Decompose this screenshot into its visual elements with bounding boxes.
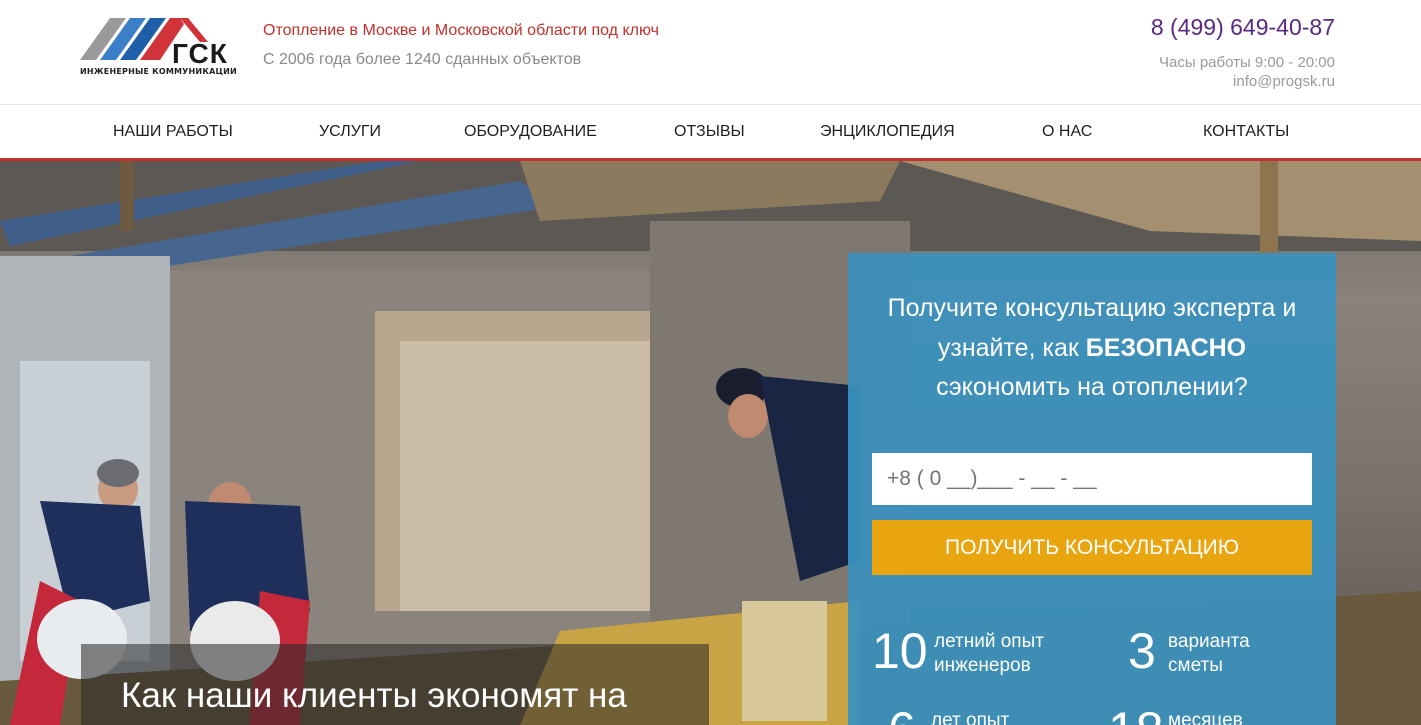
- phone-link[interactable]: 8 (499) 649-40-87: [1151, 14, 1335, 41]
- stat-label-line1: летний опыт: [934, 631, 1044, 652]
- nav-item-services[interactable]: УСЛУГИ: [319, 123, 381, 141]
- stat-label-line2: сметы: [1168, 655, 1223, 676]
- stat-number: 18: [1108, 705, 1164, 725]
- tagline: Отопление в Москве и Московской области …: [263, 22, 659, 39]
- logo-text: ГСК: [172, 38, 228, 69]
- consultation-form: Получите консультацию эксперта и узнайте…: [848, 253, 1336, 725]
- hero-banner: Как наши клиенты экономят на Получите ко…: [0, 161, 1421, 725]
- form-title-line2-text: узнайте, как: [937, 333, 1086, 362]
- email-link[interactable]: info@progsk.ru: [1233, 73, 1335, 90]
- stat-label-line1: варианта: [1168, 631, 1250, 652]
- since-text: С 2006 года более 1240 сданных объектов: [263, 51, 582, 68]
- form-title: Получите консультацию эксперта и узнайте…: [848, 289, 1336, 408]
- stat-label: варианта сметы: [1168, 630, 1250, 678]
- logo-subtitle: ИНЖЕНЕРНЫЕ КОММУНИКАЦИИ: [80, 67, 237, 76]
- nav-item-reviews[interactable]: ОТЗЫВЫ: [674, 123, 745, 141]
- caption-box: Как наши клиенты экономят на: [81, 644, 709, 725]
- form-title-line3: сэкономить на отоплении?: [936, 373, 1248, 401]
- main-nav: НАШИ РАБОТЫ УСЛУГИ ОБОРУДОВАНИЕ ОТЗЫВЫ Э…: [0, 104, 1421, 161]
- logo[interactable]: ГСК ИНЖЕНЕРНЫЕ КОММУНИКАЦИИ: [80, 12, 237, 82]
- working-hours: Часы работы 9:00 - 20:00: [1159, 54, 1335, 71]
- get-consultation-button[interactable]: ПОЛУЧИТЬ КОНСУЛЬТАЦИЮ: [872, 520, 1312, 575]
- site-header: ГСК ИНЖЕНЕРНЫЕ КОММУНИКАЦИИ Отопление в …: [0, 0, 1421, 104]
- stat-label-line2: инженеров: [934, 655, 1031, 676]
- phone-input[interactable]: [872, 453, 1312, 505]
- stat-number: 3: [1128, 623, 1156, 679]
- nav-item-about[interactable]: О НАС: [1042, 123, 1092, 141]
- form-title-line2: узнайте, как БЕЗОПАСНО: [848, 329, 1336, 369]
- nav-item-equipment[interactable]: ОБОРУДОВАНИЕ: [464, 123, 597, 141]
- form-title-line1: Получите консультацию эксперта и: [887, 294, 1297, 322]
- stat-label-line1: месяцев: [1168, 710, 1243, 725]
- stat-label: лет опыт: [931, 709, 1009, 725]
- stat-label: месяцев: [1168, 709, 1243, 725]
- nav-item-encyclopedia[interactable]: ЭНЦИКЛОПЕДИЯ: [820, 123, 955, 141]
- stat-label-line1: лет опыт: [931, 710, 1010, 725]
- form-title-emphasis: БЕЗОПАСНО: [1085, 333, 1247, 362]
- nav-item-our-works[interactable]: НАШИ РАБОТЫ: [113, 123, 233, 141]
- stat-number: 10: [872, 623, 928, 679]
- nav-item-contacts[interactable]: КОНТАКТЫ: [1203, 123, 1289, 141]
- stat-number: 6: [888, 705, 916, 725]
- hero-caption: Как наши клиенты экономят на: [121, 676, 627, 715]
- stat-label: летний опыт инженеров: [934, 630, 1044, 678]
